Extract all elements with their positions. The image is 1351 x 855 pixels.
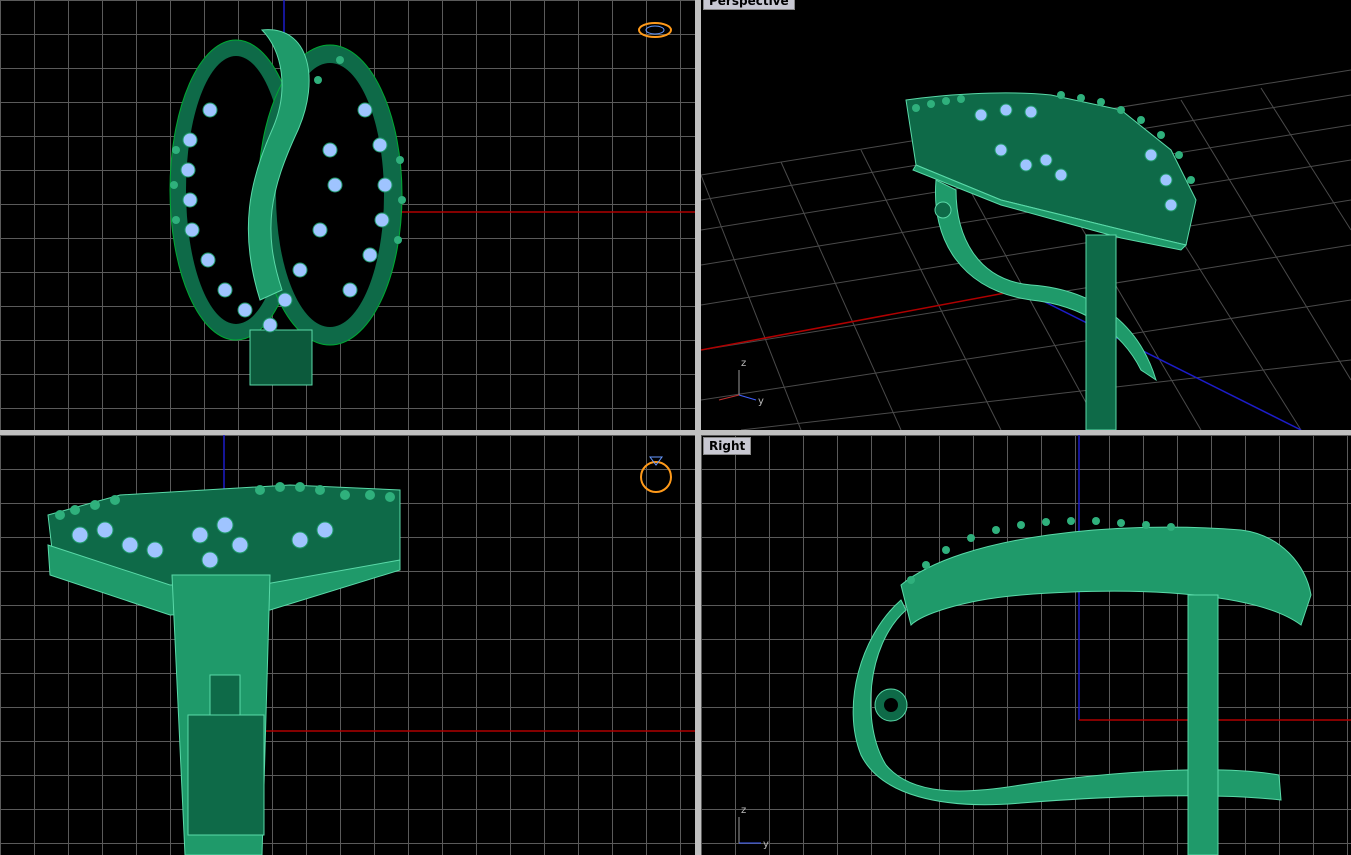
top-view-canvas bbox=[169, 0, 695, 386]
right-view-canvas: z y bbox=[738, 435, 1351, 855]
perspective-viewport[interactable]: z y Perspective bbox=[701, 0, 1351, 430]
ring-front-model bbox=[47, 482, 401, 855]
right-viewport[interactable]: z y Right bbox=[701, 435, 1351, 855]
ring-right-model bbox=[852, 517, 1312, 855]
ring-front-orientation-icon bbox=[640, 456, 672, 493]
front-viewport[interactable] bbox=[0, 435, 695, 855]
top-viewport[interactable] bbox=[0, 0, 695, 430]
z-axis-label: z bbox=[741, 805, 746, 816]
right-viewport-label[interactable]: Right bbox=[703, 437, 752, 455]
ring-top-orientation-icon bbox=[638, 22, 672, 38]
perspective-view-canvas: z y bbox=[701, 69, 1351, 430]
y-axis-label: y bbox=[763, 839, 769, 850]
ring-top-model bbox=[169, 29, 406, 386]
y-axis-label: y bbox=[758, 396, 764, 407]
perspective-viewport-label[interactable]: Perspective bbox=[703, 0, 795, 10]
axis-gizmo: z y bbox=[718, 358, 764, 407]
front-view-canvas bbox=[47, 435, 695, 855]
rhino-workspace: z y Perspective z y Right bbox=[0, 0, 1351, 855]
ring-perspective-model bbox=[905, 91, 1197, 430]
axis-gizmo: z y bbox=[738, 805, 769, 850]
z-axis-label: z bbox=[741, 358, 746, 369]
